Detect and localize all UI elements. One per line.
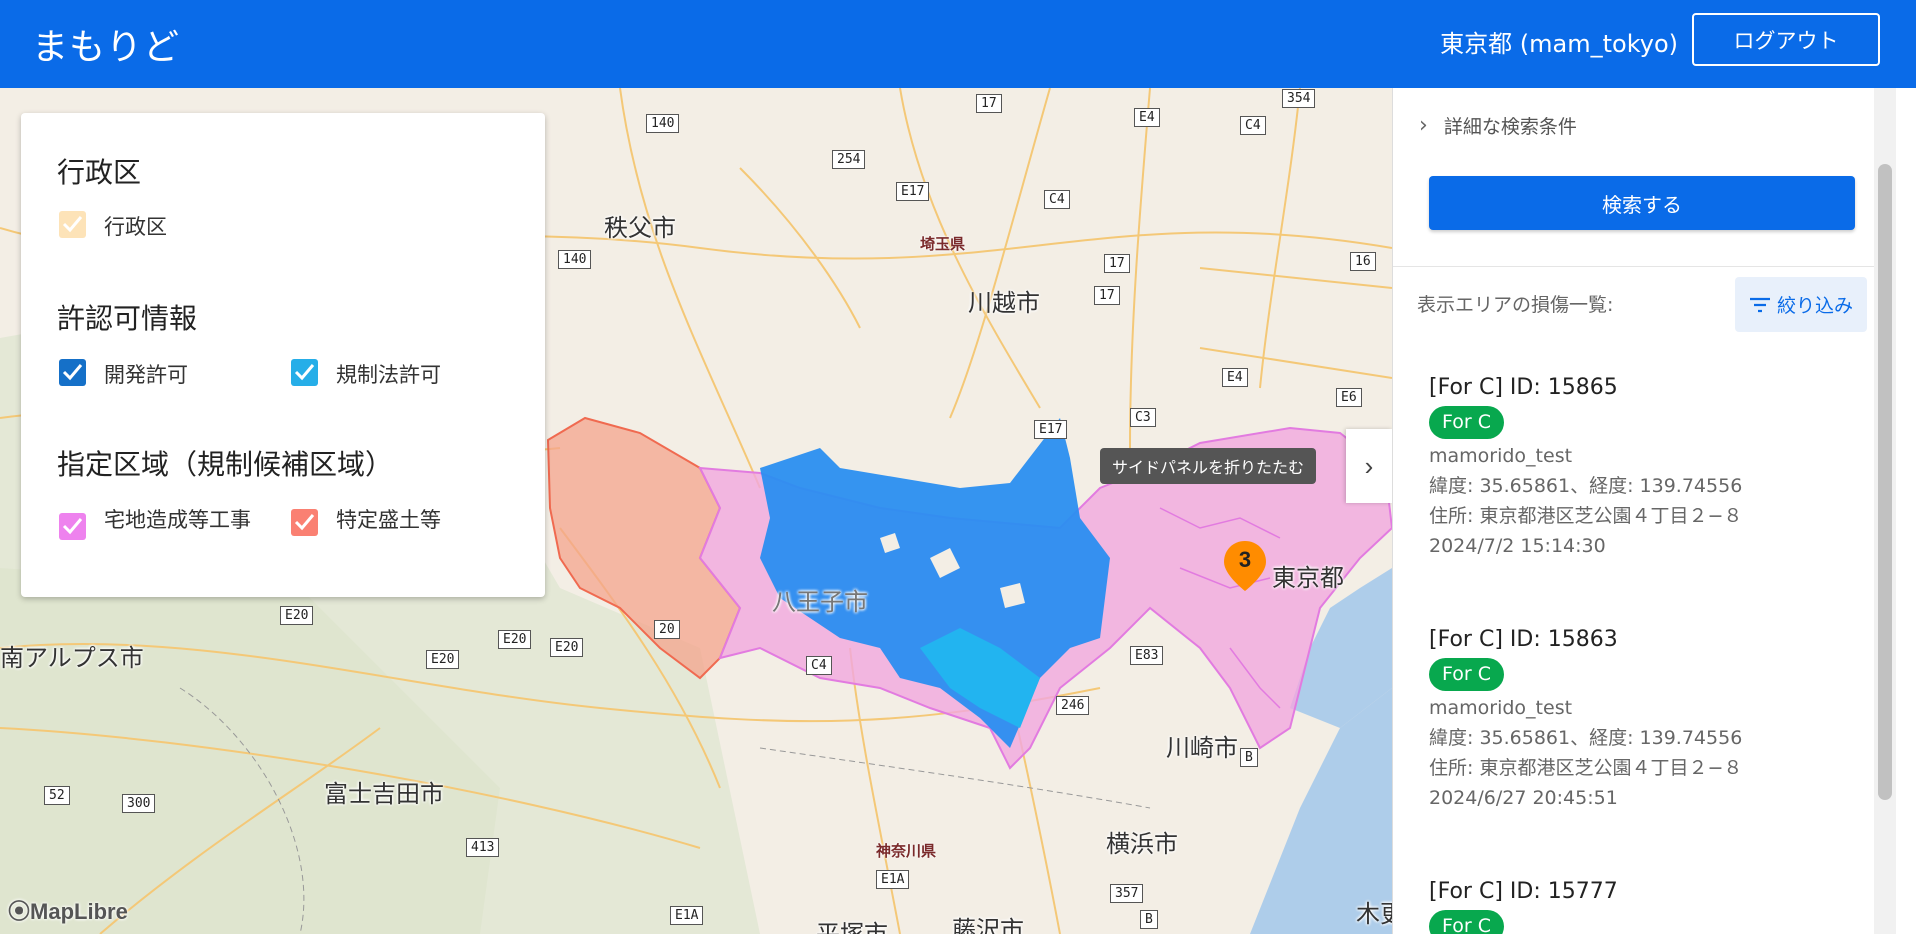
road-shield: 140	[646, 114, 680, 133]
road-shield: 354	[1282, 89, 1316, 108]
road-shield: E1A	[876, 870, 910, 889]
city-label: 川越市	[968, 289, 1040, 317]
road-shield: C4	[806, 656, 832, 675]
checkbox-dev-permit[interactable]: 開発許可	[59, 359, 188, 389]
damage-list-item[interactable]: [For C] ID: 15777 For C	[1429, 878, 1869, 934]
road-shield: E4	[1222, 368, 1248, 387]
map-pin-icon: ⦿	[8, 899, 31, 924]
section-title-zones: 指定区域（規制候補区域）	[57, 448, 394, 481]
road-shield: E20	[280, 606, 314, 625]
app-header: まもりど 東京都 (mam_tokyo) ログアウト	[0, 0, 1916, 88]
checkbox-landfill-zone[interactable]: 特定盛土等	[291, 505, 441, 536]
status-badge: For C	[1429, 658, 1504, 691]
road-shield: E1A	[670, 906, 704, 925]
status-badge: For C	[1429, 910, 1504, 934]
item-datetime: 2024/7/2 15:14:30	[1429, 535, 1606, 557]
checkbox-box	[291, 509, 318, 536]
app-name[interactable]: まもりど	[32, 18, 180, 70]
road-shield: E17	[1034, 420, 1068, 439]
pref-label-kanagawa: 神奈川県	[876, 842, 937, 860]
road-shield: E4	[1134, 108, 1160, 127]
city-label: 東京都	[1272, 564, 1344, 592]
road-shield: 17	[976, 94, 1002, 113]
road-shield: 140	[558, 250, 592, 269]
road-shield: E17	[896, 182, 930, 201]
city-label: 木更	[1356, 900, 1392, 928]
city-label: 平塚市	[816, 920, 888, 934]
collapse-panel-button[interactable]: ›	[1346, 429, 1392, 503]
item-title: [For C] ID: 15863	[1429, 627, 1618, 652]
search-button[interactable]: 検索する	[1429, 176, 1855, 230]
city-label: 川崎市	[1166, 734, 1238, 762]
advanced-search-toggle[interactable]: › 詳細な検索条件	[1419, 112, 1577, 139]
checkbox-box	[291, 359, 318, 386]
city-label: 藤沢市	[952, 916, 1024, 934]
layer-control-panel: 行政区 行政区 許認可情報 開発許可 規制法許可 指定区域（規制候補区域） 宅地…	[21, 113, 545, 597]
side-panel: › 詳細な検索条件 検索する 表示エリアの損傷一覧: 絞り込み [For C] …	[1392, 88, 1896, 934]
city-label: 横浜市	[1106, 830, 1178, 858]
chevron-right-icon: ›	[1419, 113, 1428, 138]
cluster-marker[interactable]: 3	[1221, 539, 1269, 593]
scrollbar[interactable]	[1874, 88, 1896, 934]
road-shield: 300	[122, 794, 156, 813]
road-shield: 254	[832, 150, 866, 169]
section-title-admin: 行政区	[57, 156, 142, 189]
road-shield: B	[1140, 910, 1158, 929]
road-shield: E20	[426, 650, 460, 669]
city-label: 南アルプス市	[0, 644, 144, 672]
status-badge: For C	[1429, 406, 1504, 439]
road-shield: 20	[654, 620, 680, 639]
checkbox-residential-zone[interactable]: 宅地造成等工事	[59, 505, 267, 540]
checkbox-box	[59, 513, 86, 540]
road-shield: C3	[1130, 408, 1156, 427]
road-shield: 17	[1094, 286, 1120, 305]
road-shield: 246	[1056, 696, 1090, 715]
checkbox-admin[interactable]: 行政区	[59, 211, 167, 241]
map-canvas[interactable]: 埼玉県 神奈川県 秩父市 川越市 八王子市 東京都 南アルプス市 富士吉田市 川…	[0, 88, 1392, 934]
chevron-right-icon: ›	[1364, 450, 1374, 481]
road-shield: E20	[550, 638, 584, 657]
pref-label-saitama: 埼玉県	[920, 235, 966, 253]
damage-list-label: 表示エリアの損傷一覧:	[1417, 294, 1614, 316]
divider	[1393, 266, 1893, 267]
cluster-count: 3	[1238, 547, 1252, 572]
item-title: [For C] ID: 15777	[1429, 879, 1618, 904]
city-label: 秩父市	[604, 214, 676, 242]
road-shield: C4	[1240, 116, 1266, 135]
road-shield: 357	[1110, 884, 1144, 903]
road-shield: 52	[44, 786, 70, 805]
item-user: mamorido_test	[1429, 445, 1573, 467]
logout-button[interactable]: ログアウト	[1692, 13, 1880, 66]
item-coords: 緯度: 35.65861、経度: 139.74556	[1429, 475, 1743, 497]
filter-icon	[1749, 297, 1770, 312]
road-shield: E6	[1336, 388, 1362, 407]
item-user: mamorido_test	[1429, 697, 1573, 719]
user-name: 東京都 (mam_tokyo)	[1440, 30, 1678, 58]
damage-list-item[interactable]: [For C] ID: 15865 For C mamorido_test 緯度…	[1429, 374, 1869, 561]
item-title: [For C] ID: 15865	[1429, 375, 1618, 400]
road-shield: B	[1240, 748, 1258, 767]
item-coords: 緯度: 35.65861、経度: 139.74556	[1429, 727, 1743, 749]
item-datetime: 2024/6/27 20:45:51	[1429, 787, 1618, 809]
scrollbar-thumb[interactable]	[1878, 164, 1892, 800]
maplibre-logo[interactable]: ⦿MapLibre	[8, 894, 128, 926]
road-shield: E83	[1130, 646, 1164, 665]
road-shield: 16	[1350, 252, 1376, 271]
section-title-permits: 許認可情報	[57, 302, 198, 335]
road-shield: 413	[466, 838, 500, 857]
road-shield: C4	[1044, 190, 1070, 209]
road-shield: E20	[498, 630, 532, 649]
checkbox-box	[59, 359, 86, 386]
item-address: 住所: 東京都港区芝公園４丁目２−８	[1429, 757, 1743, 779]
damage-list-item[interactable]: [For C] ID: 15863 For C mamorido_test 緯度…	[1429, 626, 1869, 813]
checkbox-box	[59, 211, 86, 238]
checkbox-regulation-permit[interactable]: 規制法許可	[291, 359, 441, 389]
city-label: 八王子市	[772, 588, 868, 616]
collapse-tooltip: サイドパネルを折りたたむ	[1100, 448, 1317, 484]
item-address: 住所: 東京都港区芝公園４丁目２−８	[1429, 505, 1743, 527]
city-label: 富士吉田市	[324, 780, 444, 808]
road-shield: 17	[1104, 254, 1130, 273]
filter-button[interactable]: 絞り込み	[1735, 277, 1867, 332]
